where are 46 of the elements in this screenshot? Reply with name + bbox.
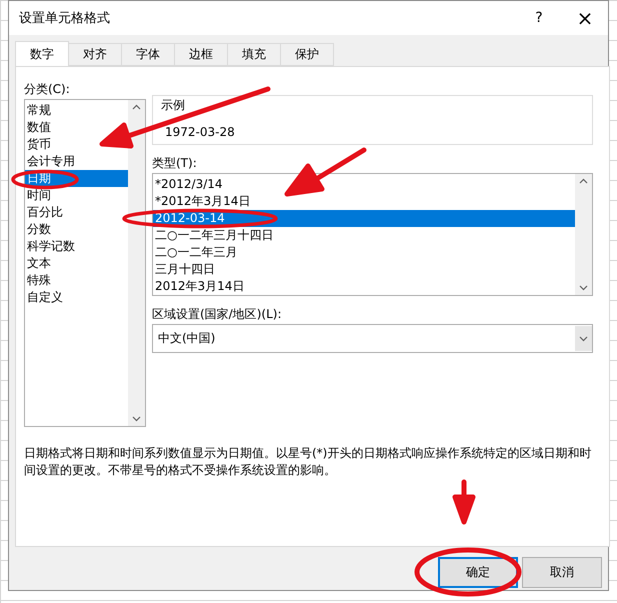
locale-label: 区域设置(国家/地区)(L): bbox=[152, 306, 282, 320]
category-item[interactable]: 数值 bbox=[25, 119, 55, 136]
category-label: 分类(C): bbox=[24, 81, 71, 95]
category-item[interactable]: 分数 bbox=[25, 221, 55, 238]
locale-value: 中文(中国) bbox=[158, 330, 216, 347]
window-title: 设置单元格格式 bbox=[19, 10, 111, 27]
tab[interactable]: 数字 bbox=[15, 41, 69, 66]
scrollbar[interactable] bbox=[575, 174, 592, 295]
category-item[interactable]: 特殊 bbox=[25, 272, 55, 289]
format-description: 日期格式将日期和时间系列数值显示为日期值。以星号(*)开头的日期格式响应操作系统特定的区域日期和时间设置的更改。不带星号的格式不受操作系统设置的影响。 bbox=[24, 445, 592, 479]
category-item[interactable]: 文本 bbox=[25, 255, 55, 272]
type-item[interactable]: 二○一二年三月 bbox=[153, 244, 242, 261]
type-item[interactable]: 2012-03-14 bbox=[153, 210, 575, 227]
category-item[interactable]: 常规 bbox=[25, 102, 55, 119]
annotation-arrow bbox=[452, 480, 476, 524]
locale-dropdown[interactable]: 中文(中国) bbox=[152, 324, 593, 353]
category-item[interactable]: 会计专用 bbox=[25, 153, 79, 170]
close-button[interactable]: × bbox=[562, 1, 608, 35]
type-label: 类型(T): bbox=[152, 155, 198, 169]
tab[interactable]: 边框 bbox=[174, 43, 228, 66]
type-item[interactable]: 三月十四日 bbox=[153, 261, 219, 278]
scroll-down-icon[interactable] bbox=[132, 416, 141, 422]
type-item[interactable]: 2012年3月14日 bbox=[153, 278, 248, 295]
cancel-button[interactable]: 取消 bbox=[522, 557, 602, 588]
tab[interactable]: 保护 bbox=[280, 43, 334, 66]
sample-value: 1972-03-28 bbox=[164, 125, 236, 139]
sample-label: 示例 bbox=[161, 97, 186, 114]
scroll-up-icon[interactable] bbox=[132, 104, 141, 110]
category-item[interactable]: 货币 bbox=[25, 136, 55, 153]
type-item[interactable]: 二○一二年三月十四日 bbox=[153, 227, 278, 244]
category-item[interactable]: 时间 bbox=[25, 187, 55, 204]
scroll-down-icon[interactable] bbox=[579, 285, 588, 291]
scroll-up-icon[interactable] bbox=[579, 178, 588, 184]
type-item[interactable]: *2012/3/14 bbox=[153, 176, 227, 193]
category-item[interactable]: 自定义 bbox=[25, 289, 67, 306]
help-button[interactable]: ? bbox=[516, 1, 562, 35]
type-item[interactable]: *2012年3月14日 bbox=[153, 193, 254, 210]
annotation-ellipse bbox=[11, 170, 79, 190]
tab[interactable]: 对齐 bbox=[68, 43, 122, 66]
scrollbar[interactable] bbox=[128, 100, 145, 426]
tab[interactable]: 字体 bbox=[121, 43, 175, 66]
category-item[interactable]: 科学记数 bbox=[25, 238, 79, 255]
dropdown-caret-icon[interactable] bbox=[579, 336, 588, 342]
tab[interactable]: 填充 bbox=[227, 43, 281, 66]
ok-button[interactable]: 确定 bbox=[438, 557, 518, 588]
category-item[interactable]: 百分比 bbox=[25, 204, 67, 221]
